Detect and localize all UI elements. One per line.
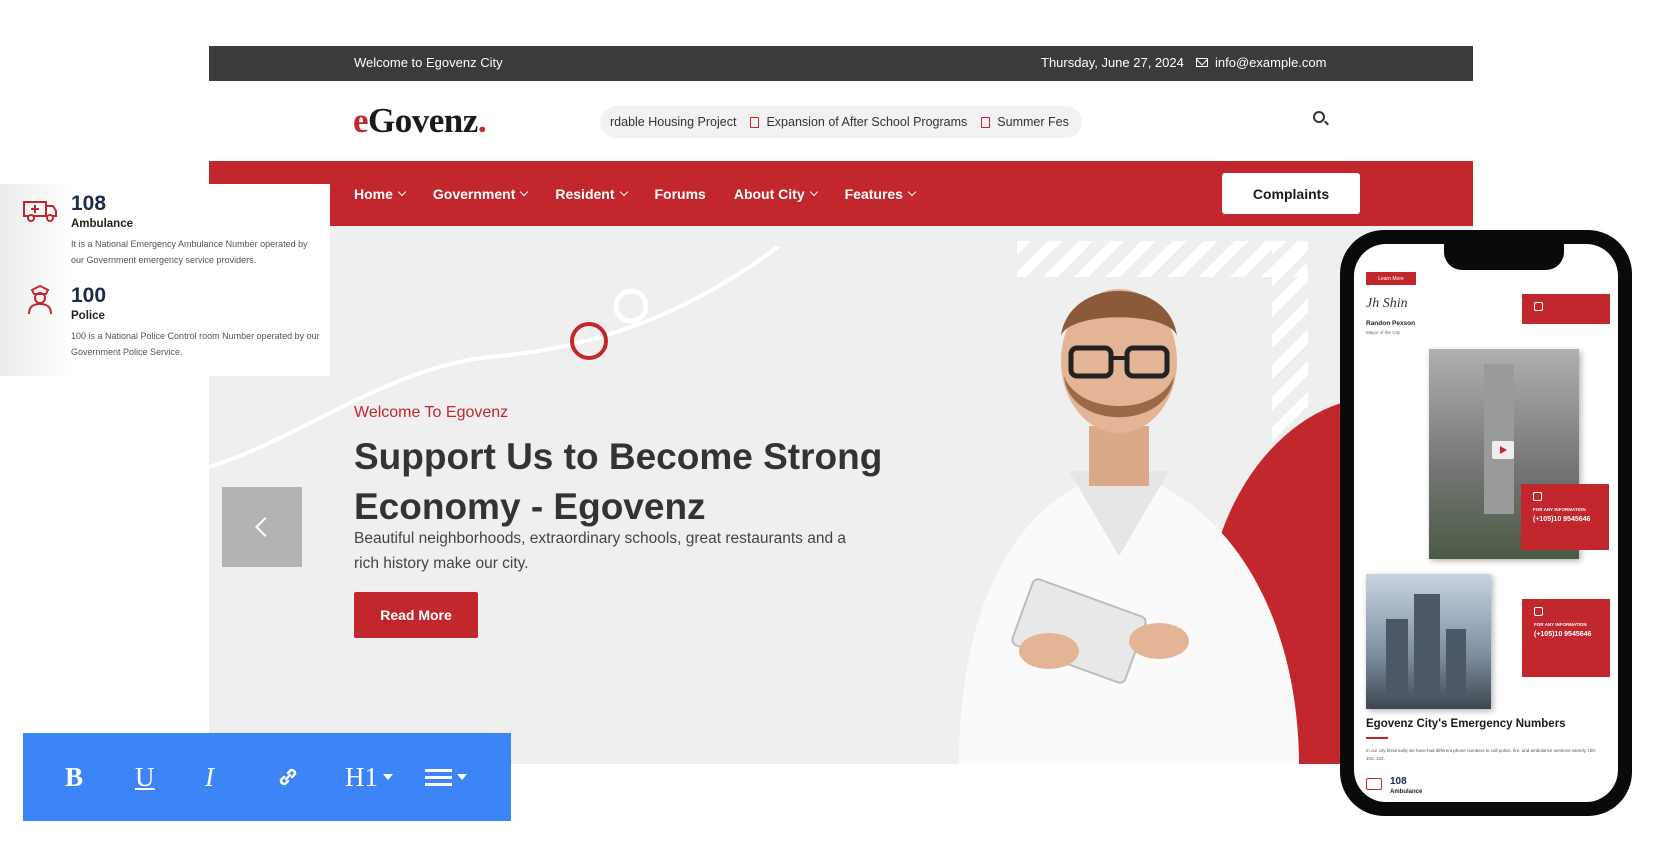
ambulance-icon xyxy=(1366,778,1382,790)
search-icon[interactable] xyxy=(1313,111,1325,123)
learn-more-button[interactable]: Learn More xyxy=(1366,272,1416,285)
service-ambulance: 108 Ambulance It is a National Emergency… xyxy=(71,192,321,268)
mayor-role: Mayor of the City xyxy=(1366,330,1401,335)
main-nav: Home Government Resident Forums About Ci… xyxy=(209,161,1473,226)
nav-item-home[interactable]: Home xyxy=(354,186,407,202)
police-icon xyxy=(28,284,52,314)
info-box[interactable]: FOR ANY INFORMATION (+105)10 9545646 xyxy=(1522,599,1610,677)
site-logo[interactable]: eGovenz. xyxy=(353,101,487,141)
service-number: 108 xyxy=(1390,776,1407,787)
window-dot xyxy=(265,26,276,37)
nav-item-features[interactable]: Features xyxy=(845,186,917,202)
email-link[interactable]: info@example.com xyxy=(1196,55,1326,70)
window-dot xyxy=(284,26,295,37)
emergency-services-card: 108 Ambulance It is a National Emergency… xyxy=(0,184,330,376)
read-more-button[interactable]: Read More xyxy=(354,592,478,638)
emergency-heading: Egovenz City's Emergency Numbers xyxy=(1366,718,1566,730)
nav-item-forums[interactable]: Forums xyxy=(655,186,706,202)
mayor-name: Randon Pexson xyxy=(1366,320,1416,327)
editor-toolbar: B U I H1 xyxy=(23,733,511,821)
service-description: 100 is a National Police Control room Nu… xyxy=(71,331,320,357)
mayor-signature: Jh Shin xyxy=(1366,296,1408,311)
chevron-down-icon xyxy=(397,187,407,196)
slider-prev-button[interactable] xyxy=(222,487,302,567)
welcome-text: Welcome to Egovenz City xyxy=(354,55,503,70)
document-icon xyxy=(750,116,760,128)
service-number: 100 xyxy=(71,284,107,307)
site-header: eGovenz. rdable Housing Project Expansio… xyxy=(209,81,1473,161)
hero-subtitle: Welcome To Egovenz xyxy=(354,404,509,421)
hero-title: Support Us to Become Strong Economy - Eg… xyxy=(354,436,883,527)
chevron-left-icon xyxy=(255,517,275,537)
emergency-text: In our city historically we have had dif… xyxy=(1366,748,1597,761)
window-dots xyxy=(246,26,295,37)
window-dot xyxy=(246,26,257,37)
nav-item-government[interactable]: Government xyxy=(433,186,529,202)
list-icon[interactable] xyxy=(425,768,495,786)
ambulance-icon xyxy=(23,201,57,222)
play-icon[interactable] xyxy=(1492,441,1514,459)
chevron-down-icon xyxy=(907,187,917,196)
hero-description: Beautiful neighborhoods, extraordinary s… xyxy=(354,530,846,572)
caret-down-icon xyxy=(383,774,393,780)
ticker-item[interactable]: rdable Housing Project xyxy=(610,115,736,129)
top-bar: Welcome to Egovenz City Thursday, June 2… xyxy=(209,46,1473,81)
service-name: Ambulance xyxy=(71,218,133,230)
bold-icon[interactable]: B xyxy=(65,762,135,793)
service-number: 108 xyxy=(71,192,107,215)
date-text: Thursday, June 27, 2024 xyxy=(1041,55,1184,70)
nav-item-resident[interactable]: Resident xyxy=(555,186,628,202)
document-icon xyxy=(981,116,991,128)
news-ticker: rdable Housing Project Expansion of Afte… xyxy=(600,106,1082,138)
service-name: Ambulance xyxy=(1390,789,1423,795)
mobile-screen: Learn More Jh Shin Randon Pexson Mayor o… xyxy=(1354,244,1618,802)
underline-icon[interactable]: U xyxy=(135,762,205,793)
phone-icon xyxy=(1533,492,1542,501)
hero-person-image xyxy=(959,289,1299,764)
chevron-down-icon xyxy=(520,187,529,196)
phone-notch xyxy=(1444,244,1564,270)
heading-underline xyxy=(1366,737,1388,739)
phone-icon xyxy=(1534,607,1543,616)
nav-item-about-city[interactable]: About City xyxy=(734,186,818,202)
ticker-item[interactable]: Summer Fes xyxy=(981,115,1069,129)
service-description: It is a National Emergency Ambulance Num… xyxy=(71,239,308,265)
skyline-photo xyxy=(1366,574,1491,709)
info-box[interactable]: FOR ANY INFORMATION (+105)10 9545646 xyxy=(1521,484,1609,550)
mail-icon xyxy=(1196,58,1208,67)
hero-section: Welcome To Egovenz Support Us to Become … xyxy=(209,226,1473,764)
complaints-button[interactable]: Complaints xyxy=(1222,173,1360,214)
ticker-item[interactable]: Expansion of After School Programs xyxy=(750,115,967,129)
phone-box[interactable] xyxy=(1522,294,1610,324)
chevron-down-icon xyxy=(619,187,628,196)
service-police: 100 Police 100 is a National Police Cont… xyxy=(71,284,321,360)
italic-icon[interactable]: I xyxy=(205,762,275,793)
link-icon[interactable] xyxy=(275,764,345,790)
caret-down-icon xyxy=(457,774,467,780)
chevron-down-icon xyxy=(809,187,818,196)
phone-icon xyxy=(1534,302,1543,311)
email-text: info@example.com xyxy=(1215,55,1327,70)
mobile-preview: Learn More Jh Shin Randon Pexson Mayor o… xyxy=(1340,230,1632,816)
heading-icon[interactable]: H1 xyxy=(345,762,425,793)
desktop-preview: Welcome to Egovenz City Thursday, June 2… xyxy=(209,46,1473,764)
service-name: Police xyxy=(71,310,105,322)
